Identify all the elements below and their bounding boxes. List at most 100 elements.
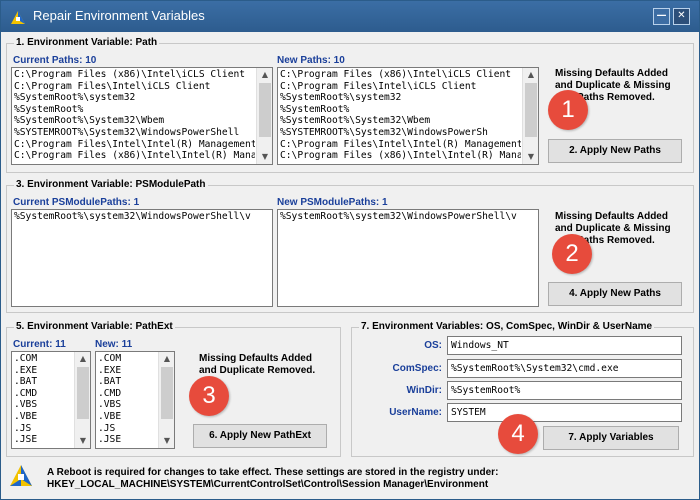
title-bar[interactable]: Repair Environment Variables — ✕ bbox=[1, 1, 699, 32]
list-item[interactable]: .BAT bbox=[14, 376, 73, 388]
username-field[interactable]: SYSTEM bbox=[447, 403, 682, 422]
list-item[interactable]: .BAT bbox=[98, 376, 157, 388]
scroll-up-icon[interactable]: ▲ bbox=[75, 352, 90, 366]
pathext-group-title: 5. Environment Variable: PathExt bbox=[14, 321, 175, 332]
list-item[interactable]: %SystemRoot%\system32 bbox=[14, 92, 255, 104]
reboot-notice-line1: A Reboot is required for changes to take… bbox=[47, 467, 499, 478]
info-logo-icon bbox=[10, 465, 32, 486]
list-item[interactable]: .VBS bbox=[14, 399, 73, 411]
new-paths-scrollbar[interactable]: ▲ ▼ bbox=[522, 68, 538, 164]
current-paths-scrollbar[interactable]: ▲ ▼ bbox=[256, 68, 272, 164]
reboot-notice: A Reboot is required for changes to take… bbox=[47, 467, 498, 491]
list-item[interactable]: %SystemRoot%\system32\WindowsPowerShell\… bbox=[280, 211, 536, 223]
new-pathext-list[interactable]: .COM .EXE .BAT .CMD .VBS .VBE .JS .JSE ▲… bbox=[95, 351, 175, 449]
list-item[interactable]: .VBE bbox=[14, 411, 73, 423]
apply-new-paths-button[interactable]: 2. Apply New Paths bbox=[548, 139, 682, 163]
current-pathext-label: Current: 11 bbox=[13, 339, 66, 350]
current-psmodulepaths-label: Current PSModulePaths: 1 bbox=[13, 197, 140, 208]
windir-field[interactable]: %SystemRoot% bbox=[447, 381, 682, 400]
psmodulepath-group-title: 3. Environment Variable: PSModulePath bbox=[14, 179, 208, 190]
new-psmodulepaths-list[interactable]: %SystemRoot%\system32\WindowsPowerShell\… bbox=[277, 209, 539, 307]
step-badge-3: 3 bbox=[189, 376, 229, 416]
minimize-button[interactable]: — bbox=[653, 8, 670, 25]
list-item[interactable]: .COM bbox=[14, 353, 73, 365]
list-item[interactable]: %SystemRoot% bbox=[280, 104, 521, 116]
list-item[interactable]: .CMD bbox=[98, 388, 157, 400]
scroll-down-icon[interactable]: ▼ bbox=[159, 434, 174, 448]
new-pathext-scrollbar[interactable]: ▲ ▼ bbox=[158, 352, 174, 448]
list-item[interactable]: C:\Program Files\Intel\Intel(R) Manageme… bbox=[280, 139, 521, 151]
list-item[interactable]: .VBE bbox=[98, 411, 157, 423]
repair-env-window: Repair Environment Variables — ✕ 1. Envi… bbox=[0, 0, 700, 500]
list-item[interactable]: %SystemRoot%\system32 bbox=[280, 92, 521, 104]
list-item[interactable]: C:\Program Files (x86)\Intel\Intel(R) Ma… bbox=[280, 150, 521, 162]
scroll-up-icon[interactable]: ▲ bbox=[523, 68, 538, 82]
apply-new-pathext-button[interactable]: 6. Apply New PathExt bbox=[193, 424, 327, 448]
os-label: OS: bbox=[424, 340, 442, 351]
list-item[interactable]: %SystemRoot% bbox=[14, 104, 255, 116]
step-badge-1: 1 bbox=[548, 90, 588, 130]
new-paths-label: New Paths: 10 bbox=[277, 55, 345, 66]
path-group-title: 1. Environment Variable: Path bbox=[14, 37, 160, 48]
list-item[interactable]: C:\Program Files (x86)\Intel\iCLS Client bbox=[280, 69, 521, 81]
scroll-thumb[interactable] bbox=[259, 83, 271, 137]
current-paths-list[interactable]: C:\Program Files (x86)\Intel\iCLS Client… bbox=[11, 67, 273, 165]
list-item[interactable]: C:\Program Files\Intel\iCLS Client bbox=[14, 81, 255, 93]
current-paths-label: Current Paths: 10 bbox=[13, 55, 97, 66]
scroll-thumb[interactable] bbox=[161, 367, 173, 419]
scroll-thumb[interactable] bbox=[525, 83, 537, 137]
list-item[interactable]: .VBS bbox=[98, 399, 157, 411]
list-item[interactable]: %SystemRoot%\system32\WindowsPowerShell\… bbox=[14, 211, 270, 223]
current-psmodulepaths-list[interactable]: %SystemRoot%\system32\WindowsPowerShell\… bbox=[11, 209, 273, 307]
list-item[interactable]: %SYSTEMROOT%\System32\WindowsPowerSh bbox=[280, 127, 521, 139]
scroll-up-icon[interactable]: ▲ bbox=[257, 68, 272, 82]
psmodulepath-group: 3. Environment Variable: PSModulePath Cu… bbox=[6, 179, 694, 313]
list-item[interactable]: %SystemRoot%\System32\Wbem bbox=[280, 115, 521, 127]
variables-group-title: 7. Environment Variables: OS, ComSpec, W… bbox=[359, 321, 655, 332]
new-psmodulepaths-items: %SystemRoot%\system32\WindowsPowerShell\… bbox=[280, 211, 536, 223]
list-item[interactable]: .EXE bbox=[98, 365, 157, 377]
close-button[interactable]: ✕ bbox=[673, 8, 690, 25]
scroll-down-icon[interactable]: ▼ bbox=[75, 434, 90, 448]
app-logo-icon bbox=[11, 11, 25, 24]
windir-label: WinDir: bbox=[406, 385, 442, 396]
step-badge-2: 2 bbox=[552, 234, 592, 274]
list-item[interactable]: C:\Program Files (x86)\Intel\Intel(R) Ma… bbox=[14, 150, 255, 162]
new-psmodulepaths-label: New PSModulePaths: 1 bbox=[277, 197, 388, 208]
scroll-thumb[interactable] bbox=[77, 367, 89, 419]
list-item[interactable]: %SystemRoot%\System32\Wbem bbox=[14, 115, 255, 127]
list-item[interactable]: .EXE bbox=[14, 365, 73, 377]
list-item[interactable]: C:\Program Files\Intel\iCLS Client bbox=[280, 81, 521, 93]
window-title: Repair Environment Variables bbox=[33, 8, 205, 23]
pathext-status-message: Missing Defaults Added and Duplicate Rem… bbox=[199, 353, 316, 376]
current-psmodulepaths-items: %SystemRoot%\system32\WindowsPowerShell\… bbox=[14, 211, 270, 223]
variables-group: 7. Environment Variables: OS, ComSpec, W… bbox=[351, 321, 694, 457]
new-paths-list[interactable]: C:\Program Files (x86)\Intel\iCLS Client… bbox=[277, 67, 539, 165]
scroll-down-icon[interactable]: ▼ bbox=[257, 150, 272, 164]
scroll-up-icon[interactable]: ▲ bbox=[159, 352, 174, 366]
current-pathext-list[interactable]: .COM .EXE .BAT .CMD .VBS .VBE .JS .JSE ▲… bbox=[11, 351, 91, 449]
registry-path: HKEY_LOCAL_MACHINE\SYSTEM\CurrentControl… bbox=[47, 479, 489, 490]
list-item[interactable]: .COM bbox=[98, 353, 157, 365]
list-item[interactable]: C:\Program Files\Intel\Intel(R) Manageme… bbox=[14, 139, 255, 151]
apply-variables-button[interactable]: 7. Apply Variables bbox=[543, 426, 679, 450]
current-pathext-scrollbar[interactable]: ▲ ▼ bbox=[74, 352, 90, 448]
list-item[interactable]: .CMD bbox=[14, 388, 73, 400]
os-field[interactable]: Windows_NT bbox=[447, 336, 682, 355]
new-pathext-items: .COM .EXE .BAT .CMD .VBS .VBE .JS .JSE bbox=[98, 353, 157, 446]
current-paths-items: C:\Program Files (x86)\Intel\iCLS Client… bbox=[14, 69, 255, 162]
list-item[interactable]: C:\Program Files (x86)\Intel\iCLS Client bbox=[14, 69, 255, 81]
comspec-field[interactable]: %SystemRoot%\System32\cmd.exe bbox=[447, 359, 682, 378]
pathext-group: 5. Environment Variable: PathExt Current… bbox=[6, 321, 341, 457]
list-item[interactable]: %SYSTEMROOT%\System32\WindowsPowerShell bbox=[14, 127, 255, 139]
list-item[interactable]: .JSE bbox=[98, 434, 157, 446]
apply-new-psmodulepaths-button[interactable]: 4. Apply New Paths bbox=[548, 282, 682, 306]
new-paths-items: C:\Program Files (x86)\Intel\iCLS Client… bbox=[280, 69, 521, 162]
comspec-label: ComSpec: bbox=[392, 363, 442, 374]
current-pathext-items: .COM .EXE .BAT .CMD .VBS .VBE .JS .JSE bbox=[14, 353, 73, 446]
list-item[interactable]: .JS bbox=[98, 423, 157, 435]
list-item[interactable]: .JS bbox=[14, 423, 73, 435]
path-group: 1. Environment Variable: Path Current Pa… bbox=[6, 37, 694, 173]
scroll-down-icon[interactable]: ▼ bbox=[523, 150, 538, 164]
list-item[interactable]: .JSE bbox=[14, 434, 73, 446]
